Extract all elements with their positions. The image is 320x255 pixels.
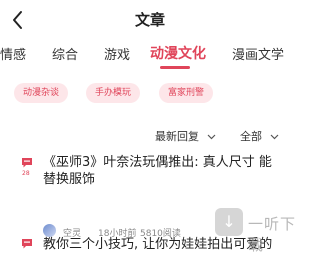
category-tabs: 情感 综合 游戏 动漫文化 漫画文学 xyxy=(0,44,300,70)
sort-label: 最新回复 xyxy=(155,130,199,143)
chip-anime-talk[interactable]: 动漫杂谈 xyxy=(14,83,69,103)
chip-figures-models[interactable]: 手办模玩 xyxy=(86,83,141,103)
subcategory-chips: 动漫杂谈 手办模玩 富家刑警 xyxy=(0,83,300,107)
scope-label: 全部 xyxy=(240,130,262,143)
tab-general[interactable]: 综合 xyxy=(52,44,78,63)
tab-anime-culture[interactable]: 动漫文化 xyxy=(150,43,206,63)
comment-icon xyxy=(22,158,32,168)
chip-rich-detective[interactable]: 富家刑警 xyxy=(159,83,214,103)
tab-comics-literature[interactable]: 漫画文学 xyxy=(232,44,284,63)
watermark: ↓ 一听下载 xyxy=(215,204,300,254)
active-tab-indicator xyxy=(160,66,190,69)
chevron-down-icon xyxy=(207,134,215,140)
watermark-text: 一听下载 xyxy=(248,215,297,254)
tab-games[interactable]: 游戏 xyxy=(104,44,130,63)
watermark-logo-icon: ↓ xyxy=(215,208,243,236)
tab-emotion[interactable]: 情感 xyxy=(0,44,26,63)
sort-dropdown[interactable]: 最新回复 xyxy=(155,128,216,144)
chevron-down-icon xyxy=(270,134,278,140)
post-reply-count: 28 xyxy=(22,170,30,177)
post-title-line: 替换服饰 xyxy=(43,172,96,187)
filter-row: 最新回复 全部 xyxy=(0,128,300,146)
post-title-line: 《巫师3》叶奈法玩偶推出: 真人尺寸 能 xyxy=(43,155,272,170)
page-title: 文章 xyxy=(134,11,165,29)
comment-icon xyxy=(22,239,32,249)
post-title: 《巫师3》叶奈法玩偶推出: 真人尺寸 能 替换服饰 xyxy=(43,154,283,188)
scope-dropdown[interactable]: 全部 xyxy=(240,128,279,144)
top-bar: 文章 xyxy=(0,0,300,40)
